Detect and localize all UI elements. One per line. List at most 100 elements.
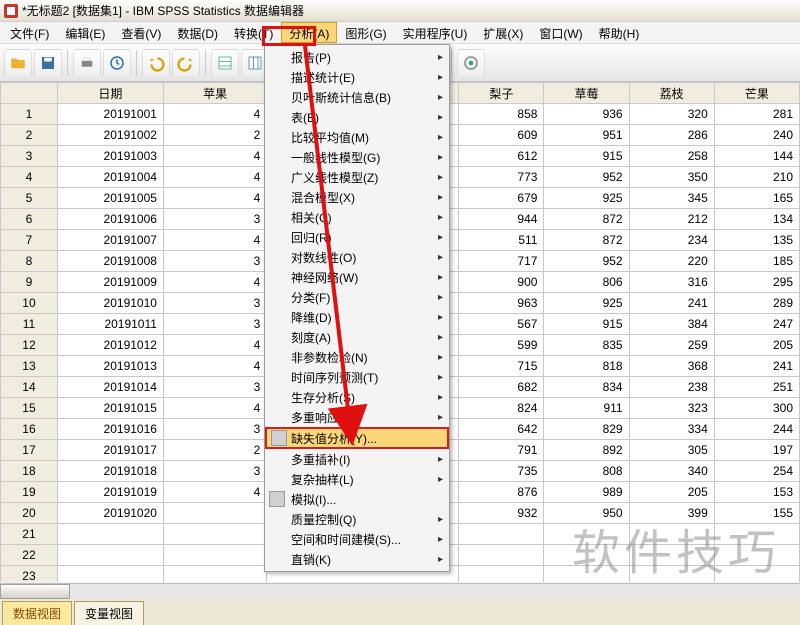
cell-apple[interactable]: 4 [163, 104, 266, 125]
cell-apple[interactable]: 4 [163, 482, 266, 503]
cell-lychee[interactable] [629, 524, 714, 545]
cell-lychee[interactable]: 286 [629, 125, 714, 146]
cell-lychee[interactable]: 259 [629, 335, 714, 356]
cell-lychee[interactable]: 258 [629, 146, 714, 167]
cell-apple[interactable]: 4 [163, 356, 266, 377]
col-header-apple[interactable]: 苹果 [163, 83, 266, 104]
cell-date[interactable]: 20191008 [57, 251, 163, 272]
cell-strawberry[interactable]: 806 [544, 272, 629, 293]
cell-pear[interactable]: 609 [459, 125, 544, 146]
menu-item[interactable]: 扩展(X) [475, 22, 531, 43]
cell-strawberry[interactable]: 818 [544, 356, 629, 377]
row-header[interactable]: 17 [1, 440, 58, 461]
cell-date[interactable] [57, 524, 163, 545]
menu-item[interactable]: 相关(C)▸ [265, 207, 449, 227]
cell-date[interactable] [57, 566, 163, 583]
row-header[interactable]: 9 [1, 272, 58, 293]
cell-apple[interactable]: 4 [163, 230, 266, 251]
cell-date[interactable]: 20191011 [57, 314, 163, 335]
tab-data-view[interactable]: 数据视图 [2, 601, 72, 625]
cell-lychee[interactable] [629, 566, 714, 583]
weight-button[interactable] [457, 49, 485, 77]
cell-mango[interactable]: 155 [714, 503, 799, 524]
cell-date[interactable]: 20191020 [57, 503, 163, 524]
cell-lychee[interactable]: 241 [629, 293, 714, 314]
cell-date[interactable]: 20191017 [57, 440, 163, 461]
menu-item[interactable]: 图形(G) [337, 22, 394, 43]
menu-item[interactable]: 转换(T) [226, 22, 281, 43]
row-header[interactable]: 21 [1, 524, 58, 545]
menu-item[interactable]: 时间序列预测(T)▸ [265, 367, 449, 387]
cell-apple[interactable] [163, 524, 266, 545]
cell-strawberry[interactable]: 951 [544, 125, 629, 146]
cell-strawberry[interactable] [544, 545, 629, 566]
cell-mango[interactable]: 134 [714, 209, 799, 230]
menu-item[interactable]: 缺失值分析(Y)... [265, 427, 449, 449]
cell-date[interactable]: 20191006 [57, 209, 163, 230]
menu-item[interactable]: 分析(A) [281, 22, 337, 43]
cell-mango[interactable]: 144 [714, 146, 799, 167]
cell-strawberry[interactable]: 911 [544, 398, 629, 419]
row-header[interactable]: 22 [1, 545, 58, 566]
cell-date[interactable]: 20191018 [57, 461, 163, 482]
menu-item[interactable]: 报告(P)▸ [265, 47, 449, 67]
cell-pear[interactable]: 682 [459, 377, 544, 398]
menu-item[interactable]: 多重插补(I)▸ [265, 449, 449, 469]
menu-item[interactable]: 贝叶斯统计信息(B)▸ [265, 87, 449, 107]
cell-strawberry[interactable]: 835 [544, 335, 629, 356]
menu-item[interactable]: 一般线性模型(G)▸ [265, 147, 449, 167]
cell-date[interactable]: 20191004 [57, 167, 163, 188]
cell-date[interactable]: 20191002 [57, 125, 163, 146]
horizontal-scrollbar[interactable] [0, 583, 800, 599]
cell-apple[interactable]: 3 [163, 209, 266, 230]
cell-lychee[interactable]: 212 [629, 209, 714, 230]
menu-item[interactable]: 空间和时间建模(S)...▸ [265, 529, 449, 549]
row-header[interactable]: 10 [1, 293, 58, 314]
cell-mango[interactable]: 240 [714, 125, 799, 146]
cell-lychee[interactable]: 320 [629, 104, 714, 125]
cell-lychee[interactable]: 305 [629, 440, 714, 461]
cell-mango[interactable] [714, 524, 799, 545]
cell-date[interactable]: 20191012 [57, 335, 163, 356]
cell-date[interactable]: 20191003 [57, 146, 163, 167]
cell-pear[interactable]: 599 [459, 335, 544, 356]
cell-pear[interactable]: 824 [459, 398, 544, 419]
menu-item[interactable]: 复杂抽样(L)▸ [265, 469, 449, 489]
cell-lychee[interactable]: 368 [629, 356, 714, 377]
menu-item[interactable]: 非参数检验(N)▸ [265, 347, 449, 367]
cell-mango[interactable]: 295 [714, 272, 799, 293]
cell-lychee[interactable]: 234 [629, 230, 714, 251]
cell-date[interactable]: 20191010 [57, 293, 163, 314]
menu-item[interactable]: 多重响应(U)▸ [265, 407, 449, 427]
cell-apple[interactable]: 3 [163, 419, 266, 440]
menu-item[interactable]: 帮助(H) [591, 22, 648, 43]
cell-mango[interactable]: 153 [714, 482, 799, 503]
cell-strawberry[interactable]: 872 [544, 209, 629, 230]
cell-apple[interactable]: 4 [163, 188, 266, 209]
cell-mango[interactable]: 251 [714, 377, 799, 398]
col-header-lychee[interactable]: 荔枝 [629, 83, 714, 104]
cell-apple[interactable]: 3 [163, 461, 266, 482]
cell-lychee[interactable]: 323 [629, 398, 714, 419]
menu-item[interactable]: 表(B)▸ [265, 107, 449, 127]
row-header[interactable]: 8 [1, 251, 58, 272]
menu-item[interactable]: 编辑(E) [57, 22, 113, 43]
menu-item[interactable]: 文件(F) [2, 22, 57, 43]
save-button[interactable] [34, 49, 62, 77]
cell-apple[interactable]: 3 [163, 314, 266, 335]
cell-lychee[interactable]: 340 [629, 461, 714, 482]
cell-date[interactable]: 20191013 [57, 356, 163, 377]
cell-lychee[interactable]: 350 [629, 167, 714, 188]
cell-mango[interactable]: 289 [714, 293, 799, 314]
cell-apple[interactable]: 4 [163, 167, 266, 188]
cell-date[interactable]: 20191009 [57, 272, 163, 293]
cell-mango[interactable]: 281 [714, 104, 799, 125]
row-header[interactable]: 13 [1, 356, 58, 377]
cell-pear[interactable]: 715 [459, 356, 544, 377]
row-header[interactable]: 18 [1, 461, 58, 482]
cell-pear[interactable] [459, 566, 544, 583]
cell-pear[interactable]: 567 [459, 314, 544, 335]
cell-mango[interactable]: 197 [714, 440, 799, 461]
print-button[interactable] [73, 49, 101, 77]
menu-item[interactable]: 描述统计(E)▸ [265, 67, 449, 87]
